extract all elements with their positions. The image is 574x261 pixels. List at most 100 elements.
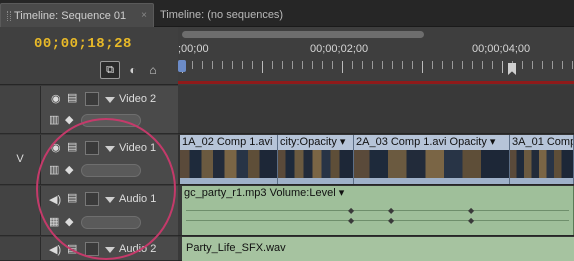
clip-opacity-strip: [278, 178, 353, 184]
chevron-down-icon[interactable]: [105, 197, 115, 203]
keyframe-marker[interactable]: ◆: [388, 206, 394, 215]
ruler-tick: [362, 61, 363, 69]
ruler-tick: [282, 61, 283, 69]
track-header-audio-2: ◀) ▤ Audio 2: [0, 237, 178, 261]
tab-timeline-no-sequences[interactable]: Timeline: (no sequences): [154, 3, 304, 27]
ruler-tick: [572, 61, 573, 69]
lock-toggle[interactable]: [85, 192, 99, 206]
keyframe-icon[interactable]: ◆: [65, 113, 73, 126]
track-controls: ◉ ▤ Video 2 ▥ ◆: [40, 86, 178, 133]
ruler-tick: [412, 61, 413, 69]
film-icon[interactable]: ▥: [49, 163, 59, 176]
ruler-tick: [332, 61, 333, 69]
panel-tab-bar: Timeline: Sequence 01 × Timeline: (no se…: [0, 0, 574, 27]
ruler-tick: [402, 61, 403, 69]
film-icon[interactable]: ▤: [67, 242, 77, 255]
waveform-line: [186, 210, 569, 211]
clip-thumbnails: [180, 150, 277, 178]
ruler-tick: [352, 61, 353, 69]
timeline-tracks: 1A_02 Comp 1.avi city:Opacity ▾ 2A_03 Co…: [178, 86, 574, 261]
clip-title: 2A_03 Comp 1.avi Opacity ▾: [354, 135, 509, 150]
grip-icon[interactable]: [7, 11, 11, 22]
keyframe-icon[interactable]: ◆: [65, 163, 73, 176]
video-clip[interactable]: 2A_03 Comp 1.avi Opacity ▾: [354, 135, 510, 184]
ruler-tick: [242, 61, 243, 69]
clip-thumbnails: [510, 150, 573, 178]
ruler-tick: [262, 61, 263, 73]
lane-audio-1[interactable]: gc_party_r1.mp3 Volume:Level ▾ ◆ ◆ ◆ ◆ ◆…: [178, 186, 574, 236]
lane-video-1[interactable]: 1A_02 Comp 1.avi city:Opacity ▾ 2A_03 Co…: [178, 135, 574, 185]
speaker-icon[interactable]: ◀): [49, 193, 61, 206]
track-name: Audio 1: [119, 193, 157, 205]
waveform-line: [186, 220, 569, 221]
video-clip[interactable]: 1A_02 Comp 1.avi: [180, 135, 278, 184]
keyframe-marker[interactable]: ◆: [348, 216, 354, 225]
audio-waveform: ◆ ◆ ◆ ◆ ◆ ◆: [182, 204, 573, 232]
time-ruler[interactable]: ;00;00 00;00;02;00 00;00;04;00: [178, 27, 574, 85]
close-icon[interactable]: ×: [141, 4, 147, 28]
keyframe-nav[interactable]: [81, 216, 141, 229]
film-icon[interactable]: ▥: [49, 113, 59, 126]
keyframe-marker[interactable]: ◆: [468, 206, 474, 215]
timecode-display[interactable]: 00;00;18;28: [34, 36, 132, 52]
ruler-tick: [232, 61, 233, 69]
clip-title: 3A_01 Comp: [510, 135, 573, 150]
keyframe-nav[interactable]: [81, 164, 141, 177]
waveform-icon[interactable]: ▦: [49, 215, 59, 228]
film-icon[interactable]: ▤: [67, 140, 77, 153]
film-icon[interactable]: ▤: [67, 91, 77, 104]
lock-toggle[interactable]: [85, 141, 99, 155]
audio-clip[interactable]: Party_Life_SFX.wav: [182, 237, 574, 261]
ruler-tick: [442, 61, 443, 69]
track-name: Video 2: [119, 93, 157, 105]
lane-audio-2[interactable]: Party_Life_SFX.wav: [178, 237, 574, 261]
chevron-down-icon[interactable]: [105, 247, 115, 253]
audio-clip[interactable]: gc_party_r1.mp3 Volume:Level ▾ ◆ ◆ ◆ ◆ ◆…: [182, 186, 574, 235]
lane-video-2[interactable]: [178, 86, 574, 134]
lock-toggle[interactable]: [85, 242, 99, 256]
ruler-tick: [492, 61, 493, 69]
eye-icon[interactable]: ◉: [51, 92, 61, 105]
work-area-bar[interactable]: [178, 81, 574, 84]
keyframe-marker[interactable]: ◆: [348, 206, 354, 215]
ruler-tick: [552, 61, 553, 69]
ruler-label: ;00;00: [178, 43, 209, 55]
tab-label: Timeline: (no sequences): [160, 9, 284, 21]
keyframe-nav[interactable]: [81, 114, 141, 127]
tab-timeline-sequence-01[interactable]: Timeline: Sequence 01 ×: [0, 3, 154, 27]
track-header-audio-1: ◀) ▤ Audio 1 ▦ ◆: [0, 186, 178, 236]
track-headers: ◉ ▤ Video 2 ▥ ◆ V ◉ ▤ Video 1 ▥ ◆ ◀) ▤ A…: [0, 86, 178, 261]
speaker-icon[interactable]: ◀): [49, 243, 61, 256]
ruler-tick: [312, 61, 313, 69]
zoom-scrollbar[interactable]: [182, 31, 424, 38]
ruler-tick: [452, 61, 453, 69]
clip-opacity-strip: [510, 178, 573, 184]
chevron-down-icon[interactable]: [105, 146, 115, 152]
video-clip[interactable]: city:Opacity ▾: [278, 135, 354, 184]
clip-opacity-strip: [180, 178, 277, 184]
clip-opacity-strip: [354, 178, 509, 184]
eye-icon[interactable]: ◉: [51, 141, 61, 154]
film-icon[interactable]: ▤: [67, 191, 77, 204]
track-controls: ◉ ▤ Video 1 ▥ ◆: [40, 135, 178, 184]
ruler-tick: [542, 61, 543, 69]
ruler-tick: [202, 61, 203, 69]
source-track-label[interactable]: V: [0, 153, 40, 165]
ruler-tick: [212, 61, 213, 69]
lock-toggle[interactable]: [85, 92, 99, 106]
ruler-tick: [372, 61, 373, 69]
clip-title: 1A_02 Comp 1.avi: [180, 135, 277, 150]
home-icon[interactable]: ⌂: [146, 63, 160, 77]
ruler-tick: [302, 61, 303, 69]
ruler-tick: [432, 61, 433, 69]
snap-icon[interactable]: ⧉: [100, 61, 120, 79]
keyframe-marker[interactable]: ◆: [468, 216, 474, 225]
chevron-down-icon[interactable]: [105, 97, 115, 103]
marker-icon[interactable]: ◐: [126, 63, 140, 77]
playhead-handle[interactable]: [178, 60, 186, 72]
keyframe-icon[interactable]: ◆: [65, 215, 73, 228]
keyframe-marker[interactable]: ◆: [388, 216, 394, 225]
ruler-tick: [382, 61, 383, 69]
ruler-tick: [502, 61, 503, 73]
video-clip[interactable]: 3A_01 Comp: [510, 135, 574, 184]
